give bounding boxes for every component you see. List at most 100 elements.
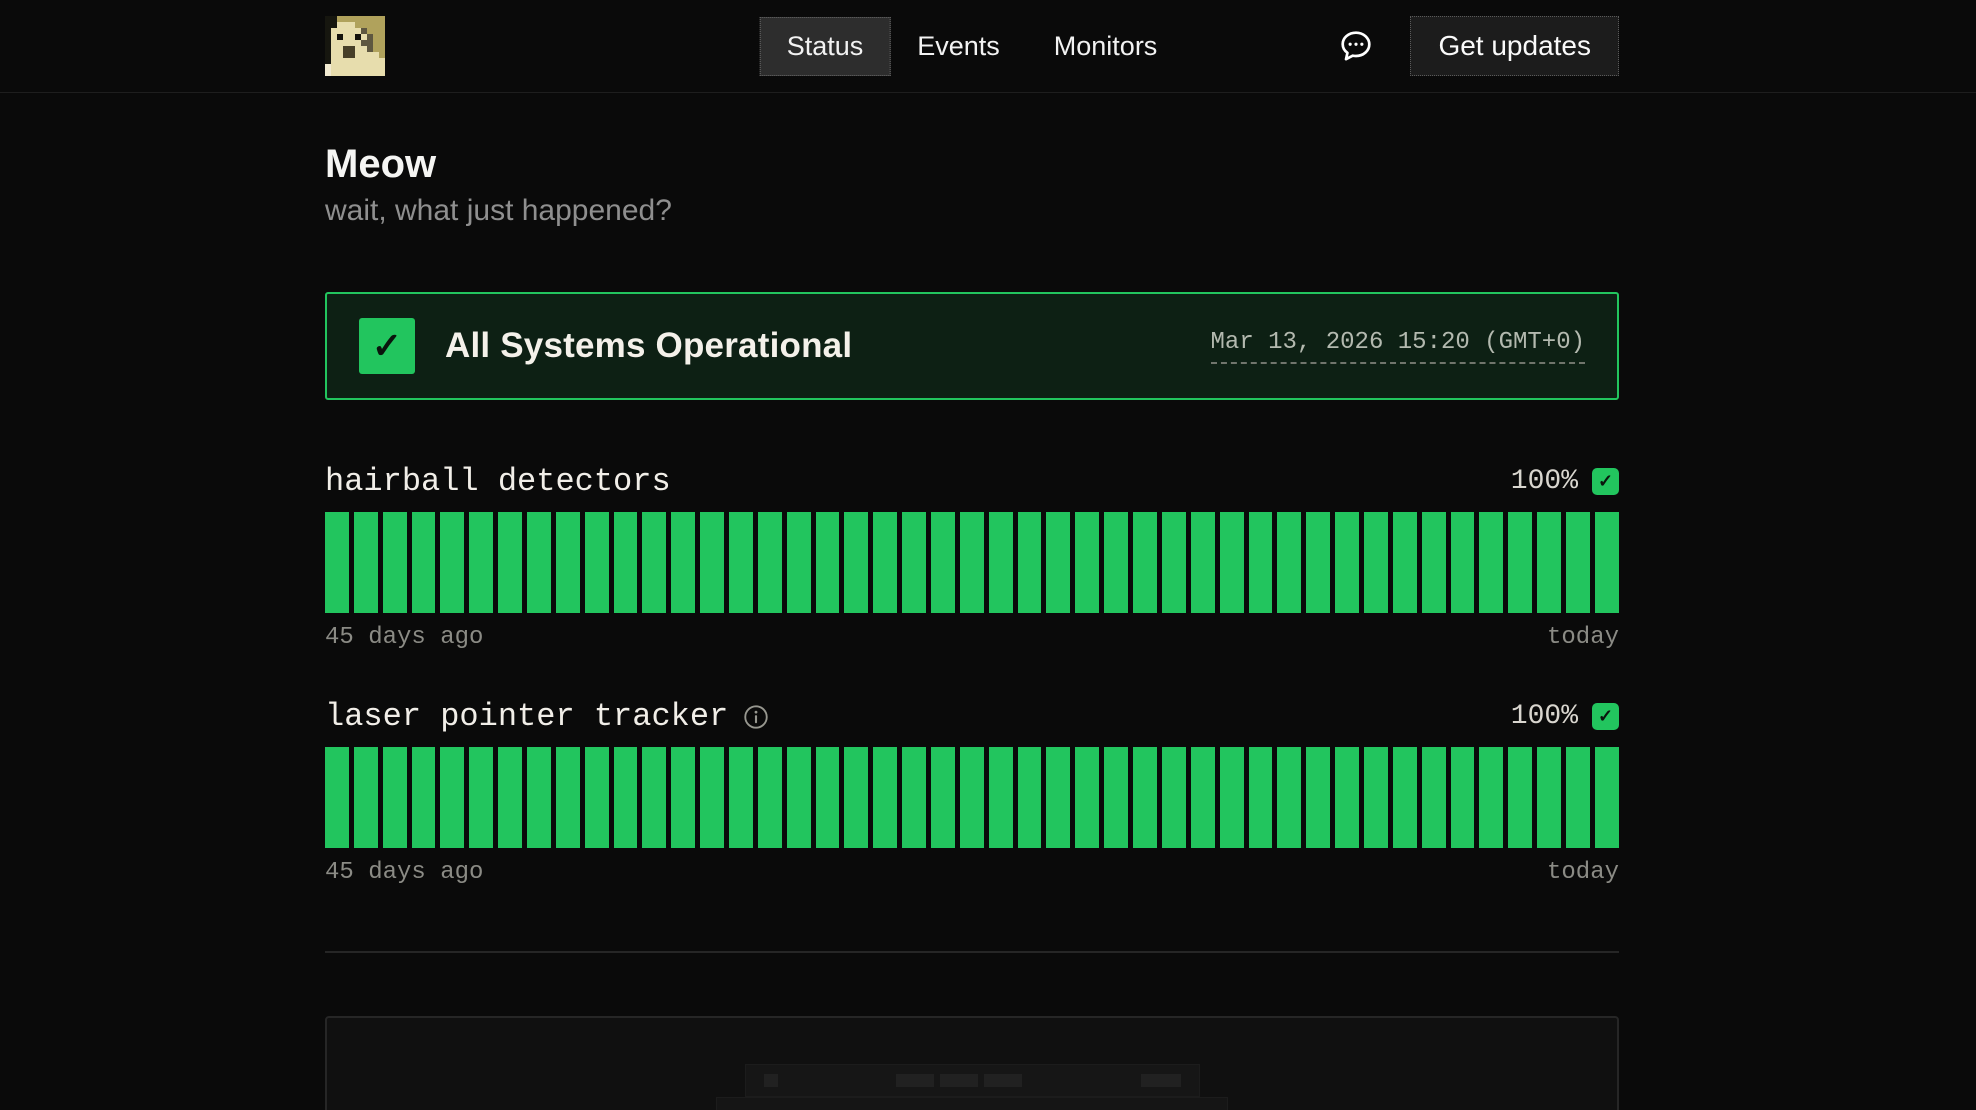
- uptime-bar-day[interactable]: [1306, 512, 1330, 613]
- uptime-bar-day[interactable]: [758, 512, 782, 613]
- uptime-bar-day[interactable]: [1104, 747, 1128, 848]
- uptime-bar-day[interactable]: [325, 512, 349, 613]
- uptime-bar-day[interactable]: [1364, 512, 1388, 613]
- nav-tab-monitors[interactable]: Monitors: [1027, 17, 1185, 76]
- uptime-bar-day[interactable]: [1479, 747, 1503, 848]
- uptime-bar-day[interactable]: [440, 512, 464, 613]
- uptime-bar-day[interactable]: [1075, 512, 1099, 613]
- uptime-bar-day[interactable]: [585, 747, 609, 848]
- uptime-bar-day[interactable]: [469, 512, 493, 613]
- uptime-bar-day[interactable]: [960, 747, 984, 848]
- uptime-bar-day[interactable]: [1566, 747, 1590, 848]
- uptime-bar-day[interactable]: [1422, 512, 1446, 613]
- uptime-bar-day[interactable]: [1595, 512, 1619, 613]
- uptime-bar-day[interactable]: [1191, 747, 1215, 848]
- uptime-bar-day[interactable]: [412, 747, 436, 848]
- uptime-bar-day[interactable]: [1162, 747, 1186, 848]
- uptime-bar-day[interactable]: [1479, 512, 1503, 613]
- uptime-bar-day[interactable]: [1451, 512, 1475, 613]
- uptime-bar-day[interactable]: [729, 512, 753, 613]
- uptime-bar-day[interactable]: [989, 747, 1013, 848]
- uptime-bar-day[interactable]: [1133, 512, 1157, 613]
- uptime-bar-day[interactable]: [1191, 512, 1215, 613]
- uptime-bar-day[interactable]: [642, 512, 666, 613]
- uptime-bar-day[interactable]: [671, 512, 695, 613]
- uptime-bar-day[interactable]: [931, 747, 955, 848]
- uptime-bar-day[interactable]: [383, 512, 407, 613]
- uptime-bar-day[interactable]: [1133, 747, 1157, 848]
- uptime-bar-day[interactable]: [1018, 747, 1042, 848]
- banner-timestamp[interactable]: Mar 13, 2026 15:20 (GMT+0): [1211, 329, 1585, 364]
- uptime-bar-day[interactable]: [1335, 512, 1359, 613]
- uptime-bar-day[interactable]: [1393, 747, 1417, 848]
- uptime-bar-day[interactable]: [1277, 512, 1301, 613]
- uptime-bar-day[interactable]: [354, 747, 378, 848]
- uptime-bar-day[interactable]: [642, 747, 666, 848]
- uptime-bar-day[interactable]: [527, 747, 551, 848]
- uptime-bar-day[interactable]: [1393, 512, 1417, 613]
- nav-tab-events[interactable]: Events: [890, 17, 1027, 76]
- uptime-bar-day[interactable]: [585, 512, 609, 613]
- uptime-bar-day[interactable]: [671, 747, 695, 848]
- uptime-bar-day[interactable]: [1249, 512, 1273, 613]
- uptime-bar-day[interactable]: [1566, 512, 1590, 613]
- uptime-bar-day[interactable]: [873, 512, 897, 613]
- uptime-bar-day[interactable]: [1220, 747, 1244, 848]
- uptime-bar-day[interactable]: [412, 512, 436, 613]
- uptime-bar-day[interactable]: [383, 747, 407, 848]
- uptime-bar-day[interactable]: [729, 747, 753, 848]
- uptime-bar-day[interactable]: [440, 747, 464, 848]
- uptime-bar-day[interactable]: [873, 747, 897, 848]
- uptime-bar-day[interactable]: [354, 512, 378, 613]
- uptime-bar-day[interactable]: [1220, 512, 1244, 613]
- uptime-bar-day[interactable]: [325, 747, 349, 848]
- uptime-bar-day[interactable]: [844, 512, 868, 613]
- uptime-bar-day[interactable]: [989, 512, 1013, 613]
- cat-logo-image[interactable]: [325, 16, 385, 76]
- uptime-bar-day[interactable]: [1104, 512, 1128, 613]
- feedback-chat-button[interactable]: [1336, 26, 1376, 66]
- uptime-bar-day[interactable]: [758, 747, 782, 848]
- preview-block: [896, 1074, 934, 1087]
- uptime-bar-day[interactable]: [931, 512, 955, 613]
- uptime-bar-day[interactable]: [556, 747, 580, 848]
- uptime-bar-day[interactable]: [1451, 747, 1475, 848]
- get-updates-button[interactable]: Get updates: [1410, 16, 1619, 76]
- uptime-bar-day[interactable]: [527, 512, 551, 613]
- uptime-bar-day[interactable]: [787, 747, 811, 848]
- uptime-bar-day[interactable]: [1595, 747, 1619, 848]
- uptime-bar-day[interactable]: [902, 512, 926, 613]
- uptime-bar-day[interactable]: [614, 512, 638, 613]
- uptime-bar-day[interactable]: [469, 747, 493, 848]
- uptime-bar-day[interactable]: [816, 512, 840, 613]
- uptime-bar-day[interactable]: [700, 747, 724, 848]
- uptime-bar-day[interactable]: [1508, 747, 1532, 848]
- uptime-bar-day[interactable]: [844, 747, 868, 848]
- uptime-bar-day[interactable]: [902, 747, 926, 848]
- range-start-label: 45 days ago: [325, 624, 483, 651]
- uptime-bar-day[interactable]: [960, 512, 984, 613]
- uptime-bar-day[interactable]: [1249, 747, 1273, 848]
- uptime-bar-day[interactable]: [700, 512, 724, 613]
- uptime-bar-day[interactable]: [1422, 747, 1446, 848]
- uptime-bar-day[interactable]: [1537, 512, 1561, 613]
- uptime-bar-day[interactable]: [1364, 747, 1388, 848]
- uptime-bar-day[interactable]: [1046, 747, 1070, 848]
- uptime-bar-day[interactable]: [1075, 747, 1099, 848]
- nav-tab-status[interactable]: Status: [760, 17, 891, 76]
- uptime-bar-day[interactable]: [1306, 747, 1330, 848]
- uptime-bar-day[interactable]: [1046, 512, 1070, 613]
- uptime-bar-day[interactable]: [816, 747, 840, 848]
- uptime-bar-day[interactable]: [1277, 747, 1301, 848]
- uptime-bar-day[interactable]: [1018, 512, 1042, 613]
- uptime-bar-day[interactable]: [556, 512, 580, 613]
- uptime-bar-day[interactable]: [787, 512, 811, 613]
- uptime-bar-day[interactable]: [1537, 747, 1561, 848]
- uptime-bar-day[interactable]: [498, 512, 522, 613]
- uptime-bar-day[interactable]: [1335, 747, 1359, 848]
- uptime-bar-day[interactable]: [1508, 512, 1532, 613]
- info-icon[interactable]: [742, 703, 770, 731]
- uptime-bar-day[interactable]: [498, 747, 522, 848]
- uptime-bar-day[interactable]: [1162, 512, 1186, 613]
- uptime-bar-day[interactable]: [614, 747, 638, 848]
